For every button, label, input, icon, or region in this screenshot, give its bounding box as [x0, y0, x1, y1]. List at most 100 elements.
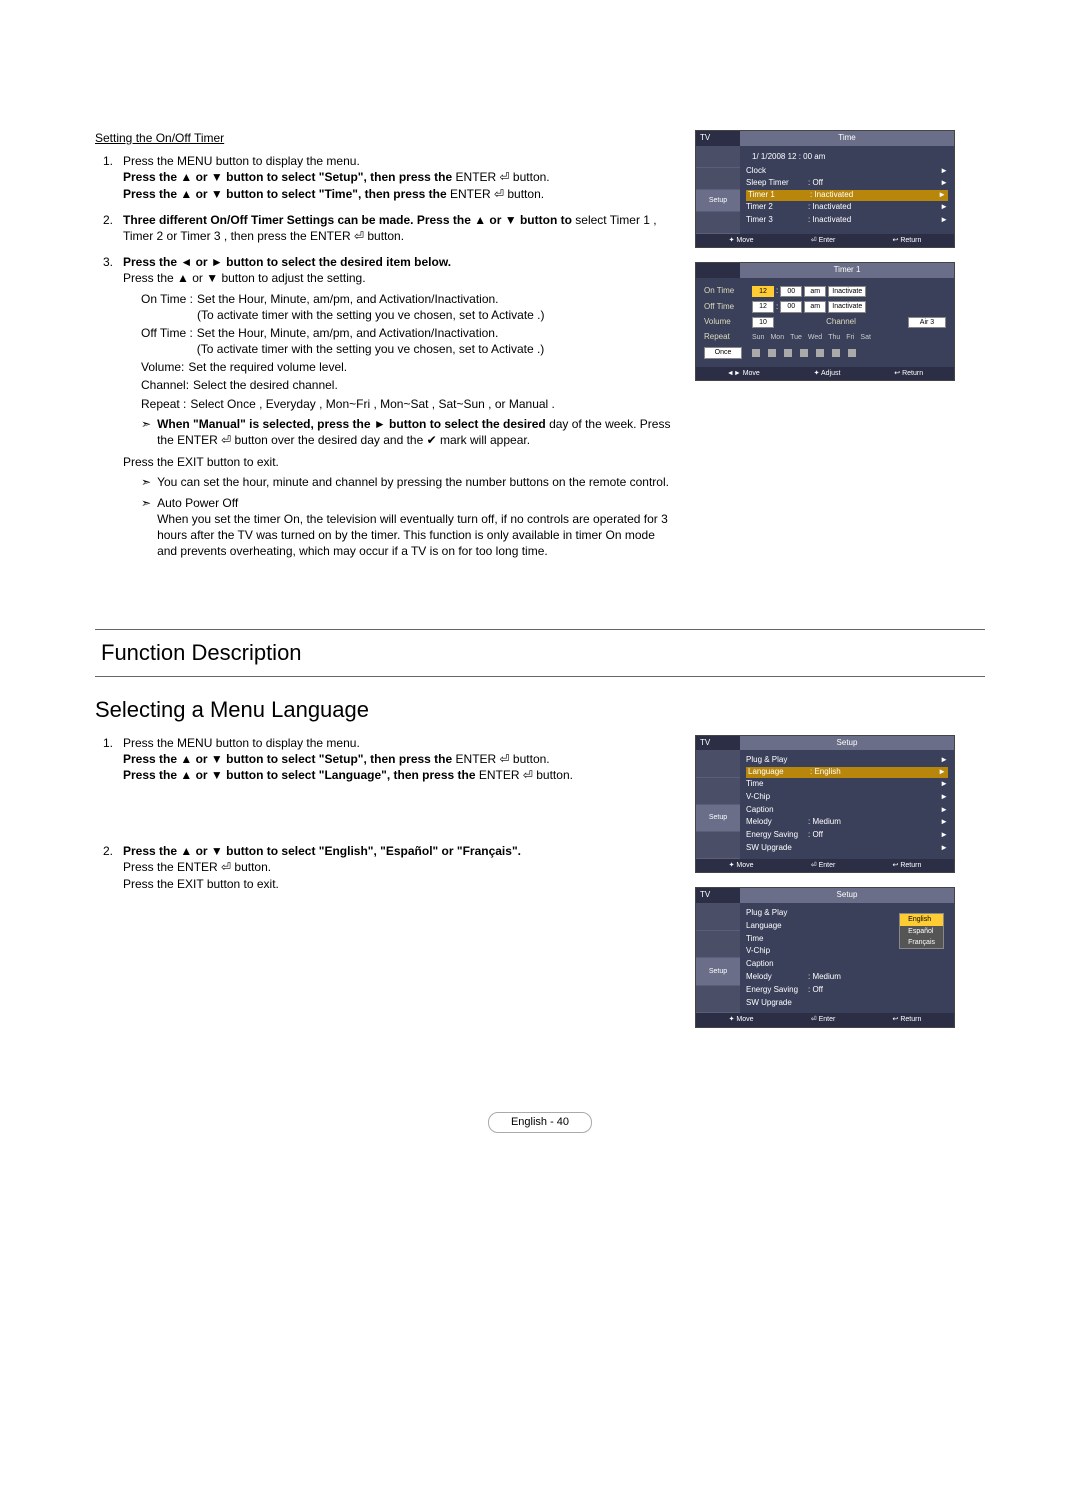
language-option[interactable]: English: [900, 914, 943, 925]
def-term: Channel:: [141, 377, 189, 393]
osd-sidebar-item: [696, 168, 740, 190]
lang-step2-l3: Press the EXIT button to exit.: [123, 876, 675, 892]
language-option[interactable]: Español: [900, 926, 943, 937]
def-desc: Select Once , Everyday , Mon~Fri , Mon~S…: [190, 396, 555, 412]
osd-menu-row: Timer 2: Inactivated►: [746, 201, 948, 214]
on-activate[interactable]: Inactivate: [828, 286, 866, 297]
osd-foot-adjust: ✦ Adjust: [814, 369, 841, 378]
step1-line1: Press the MENU button to display the men…: [123, 153, 675, 169]
def-desc: Set the required volume level.: [188, 359, 347, 375]
day-check[interactable]: [848, 349, 856, 357]
off-hour[interactable]: 12: [752, 301, 774, 312]
selecting-language-heading: Selecting a Menu Language: [95, 691, 985, 735]
note-text: You can set the hour, minute and channel…: [157, 474, 669, 490]
osd-datetime: 1/ 1/2008 12 : 00 am: [746, 150, 948, 165]
day-label: Mon: [770, 333, 784, 342]
step-number: 1.: [95, 153, 113, 202]
step3-bold: Press the ◄ or ► button to select the de…: [123, 254, 675, 270]
repeat-value[interactable]: Once: [704, 347, 742, 358]
osd-foot-return: ↩ Return: [893, 236, 922, 245]
osd-menu-row: Melody: Medium►: [746, 816, 948, 829]
off-activate[interactable]: Inactivate: [828, 301, 866, 312]
osd-menu-row: Caption►: [746, 804, 948, 817]
step-number: 1.: [95, 735, 113, 784]
osd-menu-row: Timer 3: Inactivated►: [746, 214, 948, 227]
osd-title: Setup: [740, 888, 954, 903]
note-arrow-icon: ➣: [141, 416, 151, 448]
channel-label: Channel: [776, 317, 906, 328]
function-description-heading: Function Description: [95, 629, 985, 677]
osd-setup-language-popup: TV Setup Setup Plug & PlayLanguageTimeV-…: [695, 887, 955, 1028]
def-term: Volume:: [141, 359, 184, 375]
osd-title: Timer 1: [740, 263, 954, 278]
volume-value[interactable]: 10: [752, 317, 774, 328]
osd-sidebar-item-setup: Setup: [696, 805, 740, 832]
osd-foot-enter: ⏎ Enter: [811, 236, 836, 245]
language-option[interactable]: Français: [900, 937, 943, 948]
day-label: Thu: [828, 333, 840, 342]
osd-foot-enter: ⏎ Enter: [811, 861, 836, 870]
osd-sidebar-item: [696, 750, 740, 777]
osd-sidebar-item: [696, 832, 740, 859]
def-term: Off Time :: [141, 325, 193, 357]
language-popup[interactable]: EnglishEspañolFrançais: [899, 913, 944, 949]
osd-foot-return: ↩ Return: [894, 369, 923, 378]
timer-instructions: Setting the On/Off Timer 1. Press the ME…: [95, 130, 675, 569]
def-desc: Set the Hour, Minute, am/pm, and Activat…: [197, 291, 545, 323]
day-check[interactable]: [752, 349, 760, 357]
osd-sidebar-item: [696, 903, 740, 931]
day-label: Sat: [860, 333, 871, 342]
volume-label: Volume: [704, 317, 750, 328]
osd-sidebar-item: [696, 778, 740, 805]
off-ampm[interactable]: am: [804, 301, 826, 312]
day-check[interactable]: [800, 349, 808, 357]
manual-note-bold: When "Manual" is selected, press the ► b…: [157, 417, 549, 431]
osd-tv-label: TV: [696, 888, 740, 903]
on-min[interactable]: 00: [780, 286, 802, 297]
osd-foot-enter: ⏎ Enter: [811, 1015, 836, 1024]
lang-step2-l2: Press the ENTER ⏎ button.: [123, 859, 675, 875]
def-term: Repeat :: [141, 396, 186, 412]
day-check[interactable]: [832, 349, 840, 357]
repeat-label: Repeat: [704, 332, 750, 343]
on-time-label: On Time: [704, 286, 750, 297]
day-check[interactable]: [768, 349, 776, 357]
osd-foot-move: ✦ Move: [729, 236, 754, 245]
on-ampm[interactable]: am: [804, 286, 826, 297]
osd-sidebar-item-setup: Setup: [696, 958, 740, 986]
day-check[interactable]: [816, 349, 824, 357]
osd-foot-return: ↩ Return: [893, 861, 922, 870]
step3-line2: Press the ▲ or ▼ button to adjust the se…: [123, 270, 675, 286]
note-text: Auto Power Off When you set the timer On…: [157, 495, 675, 560]
definition-list: On Time :Set the Hour, Minute, am/pm, an…: [141, 291, 675, 449]
osd-menu-row: Clock►: [746, 165, 948, 178]
note-arrow-icon: ➣: [141, 495, 151, 560]
step1-line3-rest: ENTER ⏎ button.: [450, 187, 544, 201]
exit-instruction: Press the EXIT button to exit.: [123, 454, 675, 470]
channel-value[interactable]: Air 3: [908, 317, 946, 328]
page-footer: English - 40: [95, 1112, 985, 1133]
osd-sidebar-item: [696, 986, 740, 1014]
osd-foot-move: ◄► Move: [727, 369, 760, 378]
osd-menu-row: SW Upgrade: [746, 997, 948, 1010]
osd-foot-move: ✦ Move: [729, 861, 754, 870]
lang-step1-l3-rest: ENTER ⏎ button.: [479, 768, 573, 782]
osd-foot-return: ↩ Return: [893, 1015, 922, 1024]
osd-menu-row: Timer 1: Inactivated►: [746, 190, 948, 201]
osd-tv-label: TV: [696, 736, 740, 751]
step1-line2-bold: Press the ▲ or ▼ button to select "Setup…: [123, 170, 456, 184]
osd-menu-row: Time►: [746, 778, 948, 791]
osd-title: Setup: [740, 736, 954, 751]
osd-sidebar-item-setup: Setup: [696, 190, 740, 212]
off-min[interactable]: 00: [780, 301, 802, 312]
osd-foot-move: ✦ Move: [729, 1015, 754, 1024]
day-label: Wed: [808, 333, 822, 342]
on-hour[interactable]: 12: [752, 286, 774, 297]
day-check[interactable]: [784, 349, 792, 357]
osd-title: Time: [740, 131, 954, 146]
osd-setup-menu: TV Setup Setup Plug & Play►Language: Eng…: [695, 735, 955, 874]
lang-step1-l2-rest: ENTER ⏎ button.: [456, 752, 550, 766]
osd-menu-row: SW Upgrade►: [746, 842, 948, 855]
def-desc: Set the Hour, Minute, am/pm, and Activat…: [197, 325, 545, 357]
osd-timer1-menu: Timer 1 On Time 12: 00 am Inactivate Off…: [695, 262, 955, 381]
